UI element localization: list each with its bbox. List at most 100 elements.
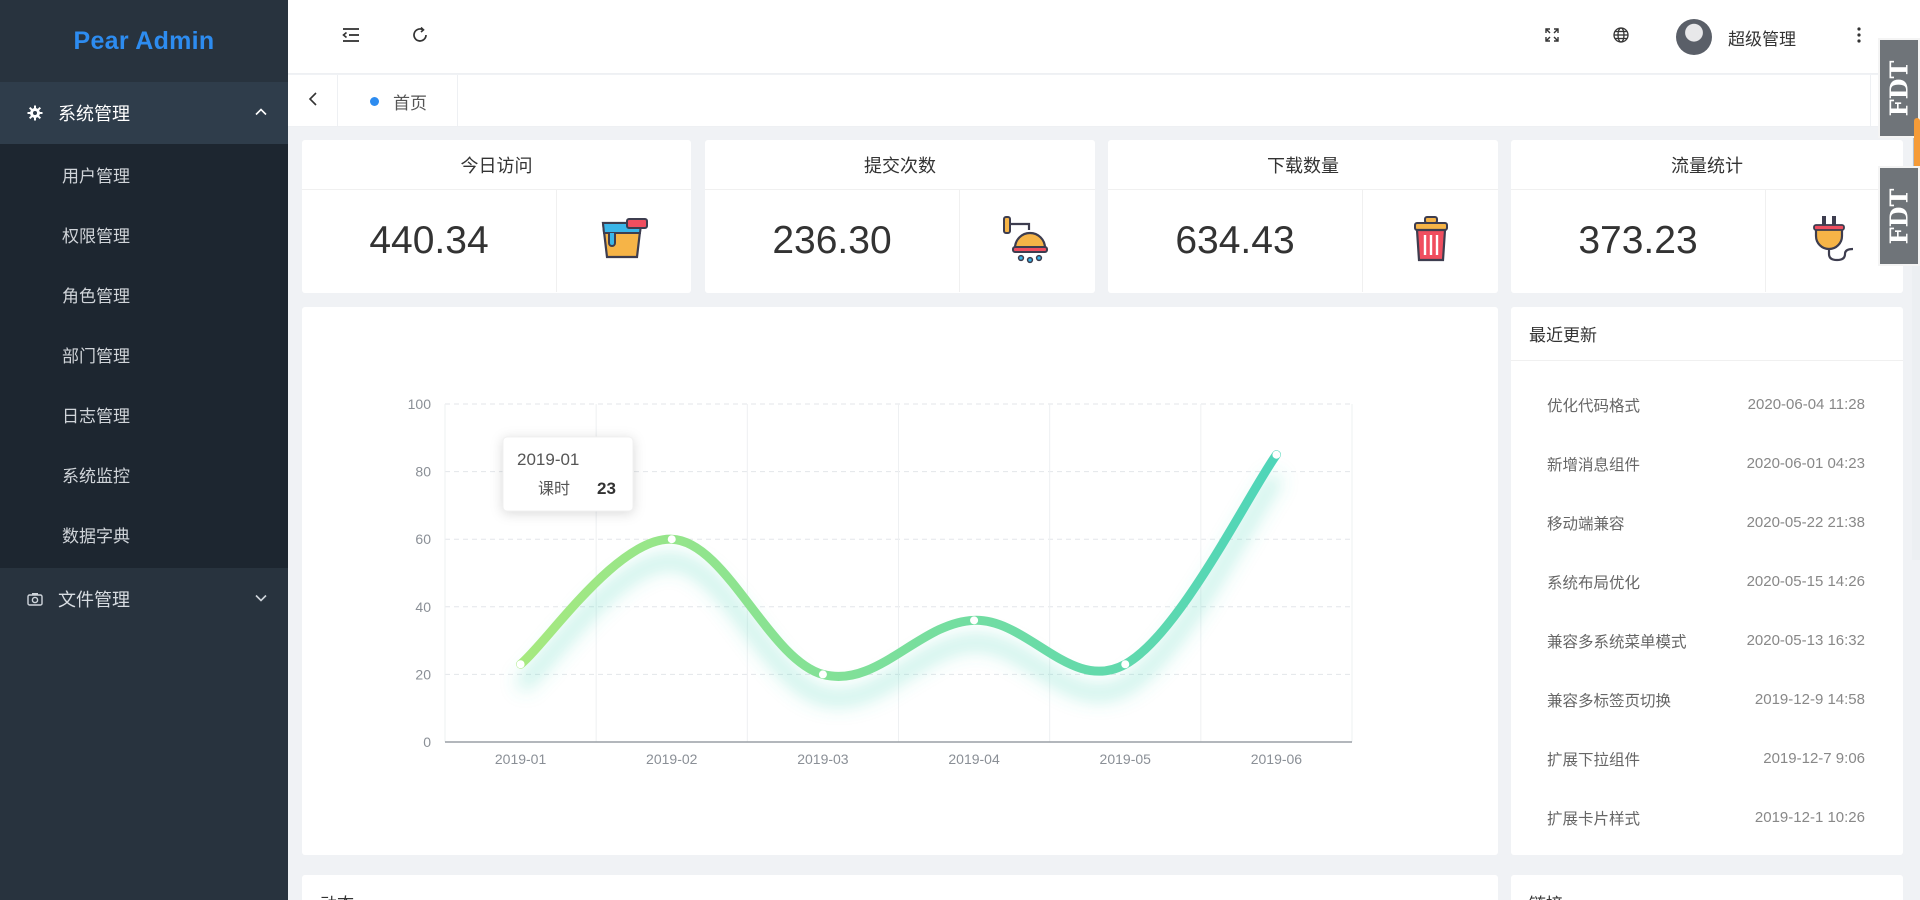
stat-card-submissions: 提交次数 236.30	[705, 140, 1095, 293]
sidebar-item-label: 部门管理	[62, 346, 130, 366]
x-tick-label: 2019-02	[646, 751, 698, 767]
data-point	[1121, 660, 1130, 669]
chevron-left-icon	[307, 91, 319, 112]
stat-title: 今日访问	[302, 140, 691, 190]
list-item[interactable]: 兼容多系统菜单模式 2020-05-13 16:32	[1511, 611, 1903, 670]
tab-label: 首页	[393, 93, 427, 113]
app-title: Pear Admin	[73, 26, 215, 55]
panel-title: 动态	[302, 875, 1498, 900]
menu-system-management[interactable]: 系统管理	[0, 82, 288, 144]
tooltip-box	[502, 436, 634, 512]
update-text: 扩展卡片样式	[1547, 810, 1641, 828]
update-time: 2020-06-04 11:28	[1747, 396, 1865, 413]
sidebar-item-users[interactable]: 用户管理	[0, 144, 288, 204]
sidebar-item-label: 日志管理	[62, 406, 130, 426]
user-menu[interactable]: 超级管理	[1676, 19, 1796, 55]
stat-card-downloads: 下载数量 634.43	[1108, 140, 1498, 293]
update-time: 2019-12-9 14:58	[1754, 691, 1865, 708]
tab-scroll-left-button[interactable]	[288, 75, 338, 127]
sidebar-item-permissions[interactable]: 权限管理	[0, 204, 288, 264]
active-dot	[370, 96, 379, 106]
update-time: 2020-05-13 16:32	[1746, 632, 1865, 649]
update-time: 2020-06-01 04:23	[1746, 455, 1865, 472]
y-tick-label: 100	[408, 396, 432, 412]
tooltip-category: 2019-01	[517, 450, 579, 469]
x-tick-label: 2019-01	[495, 751, 547, 767]
recent-updates-panel: 最近更新 优化代码格式 2020-06-04 11:28 新增消息组件 2020-0…	[1511, 307, 1903, 855]
list-item[interactable]: 新增消息组件 2020-06-01 04:23	[1511, 434, 1903, 493]
update-text: 新增消息组件	[1547, 456, 1641, 474]
data-point	[516, 660, 525, 669]
menu-file-management[interactable]: 文件管理	[0, 568, 288, 630]
sidebar-item-label: 角色管理	[62, 286, 130, 306]
language-button[interactable]	[1604, 20, 1638, 54]
update-time: 2019-12-1 10:26	[1754, 809, 1865, 826]
orange-handle[interactable]	[1914, 118, 1920, 170]
fdt-label: FDT	[1884, 60, 1914, 116]
update-text: 移动端兼容	[1547, 515, 1625, 533]
sidebar-item-departments[interactable]: 部门管理	[0, 324, 288, 384]
sidebar-item-label: 权限管理	[62, 226, 130, 246]
plug-icon	[1810, 214, 1860, 269]
data-point	[970, 616, 979, 625]
sidebar-item-label: 系统监控	[62, 466, 130, 486]
list-item[interactable]: 移动端兼容 2020-05-22 21:38	[1511, 493, 1903, 552]
sidebar-item-label: 用户管理	[62, 166, 130, 186]
stat-value: 634.43	[1108, 190, 1363, 292]
tab-home[interactable]: 首页	[338, 75, 458, 127]
update-text: 系统布局优化	[1547, 574, 1641, 592]
update-time: 2019-12-7 9:06	[1763, 750, 1865, 767]
logo[interactable]: Pear Admin	[0, 0, 288, 82]
system-submenu: 用户管理 权限管理 角色管理 部门管理 日志管理 系统监控 数据字典	[0, 144, 288, 568]
fullscreen-icon	[1543, 26, 1561, 49]
list-item[interactable]: 扩展卡片样式 2019-12-1 10:26	[1511, 788, 1903, 847]
menu-label: 文件管理	[58, 590, 130, 610]
fdt-label: FDT	[1884, 188, 1914, 244]
x-tick-label: 2019-05	[1100, 751, 1152, 767]
menu-fold-icon	[341, 26, 361, 49]
gear-icon	[26, 105, 44, 121]
data-point	[818, 670, 827, 679]
sidebar-item-logs[interactable]: 日志管理	[0, 384, 288, 444]
tooltip-series-label: 课时	[538, 480, 570, 498]
sidebar-item-dictionary[interactable]: 数据字典	[0, 504, 288, 564]
top-header: 超级管理	[288, 0, 1920, 74]
tab-bar: 首页	[288, 75, 1920, 127]
stat-card-visits: 今日访问 440.34	[302, 140, 691, 293]
list-item[interactable]: 兼容多标签页切换 2019-12-9 14:58	[1511, 670, 1903, 729]
sidebar-item-roles[interactable]: 角色管理	[0, 264, 288, 324]
avatar	[1676, 19, 1712, 55]
stat-title: 流量统计	[1511, 140, 1903, 190]
menu-label: 系统管理	[58, 104, 130, 124]
fdt-widget-bottom[interactable]: FDT	[1878, 166, 1920, 266]
list-item[interactable]: 扩展下拉组件 2019-12-7 9:06	[1511, 729, 1903, 788]
stat-value: 236.30	[705, 190, 960, 292]
line-chart: 0 20 40 60 80 100 2019-01 2019-02 2019-03 2019-04…	[408, 396, 1353, 767]
tooltip-value: 23	[597, 479, 616, 498]
stat-value: 440.34	[302, 190, 557, 292]
more-button[interactable]	[1842, 20, 1876, 54]
y-tick-label: 60	[415, 531, 431, 547]
user-name: 超级管理	[1728, 29, 1796, 49]
activity-panel: 动态	[302, 875, 1498, 900]
list-item[interactable]: 优化代码格式 2020-06-04 11:28	[1511, 375, 1903, 434]
sidebar: Pear Admin 系统管理 用户管理 权限管理 角色管理 部门管理 日志管理…	[0, 0, 288, 900]
y-tick-label: 20	[415, 666, 431, 682]
refresh-icon	[410, 25, 430, 50]
camera-icon	[26, 592, 44, 606]
sidebar-item-monitor[interactable]: 系统监控	[0, 444, 288, 504]
update-text: 兼容多系统菜单模式	[1547, 633, 1687, 651]
trash-bin-icon	[1411, 215, 1451, 268]
update-time: 2020-05-22 21:38	[1746, 514, 1865, 531]
menu-fold-button[interactable]	[334, 20, 368, 54]
refresh-button[interactable]	[403, 20, 437, 54]
data-point	[667, 535, 676, 544]
panel-title: 链接	[1511, 875, 1903, 900]
links-panel: 链接	[1511, 875, 1903, 900]
update-text: 优化代码格式	[1547, 397, 1641, 415]
x-tick-label: 2019-03	[797, 751, 849, 767]
globe-icon	[1612, 26, 1630, 49]
fullscreen-button[interactable]	[1535, 20, 1569, 54]
list-item[interactable]: 系统布局优化 2020-05-15 14:26	[1511, 552, 1903, 611]
x-tick-label: 2019-04	[948, 751, 1000, 767]
